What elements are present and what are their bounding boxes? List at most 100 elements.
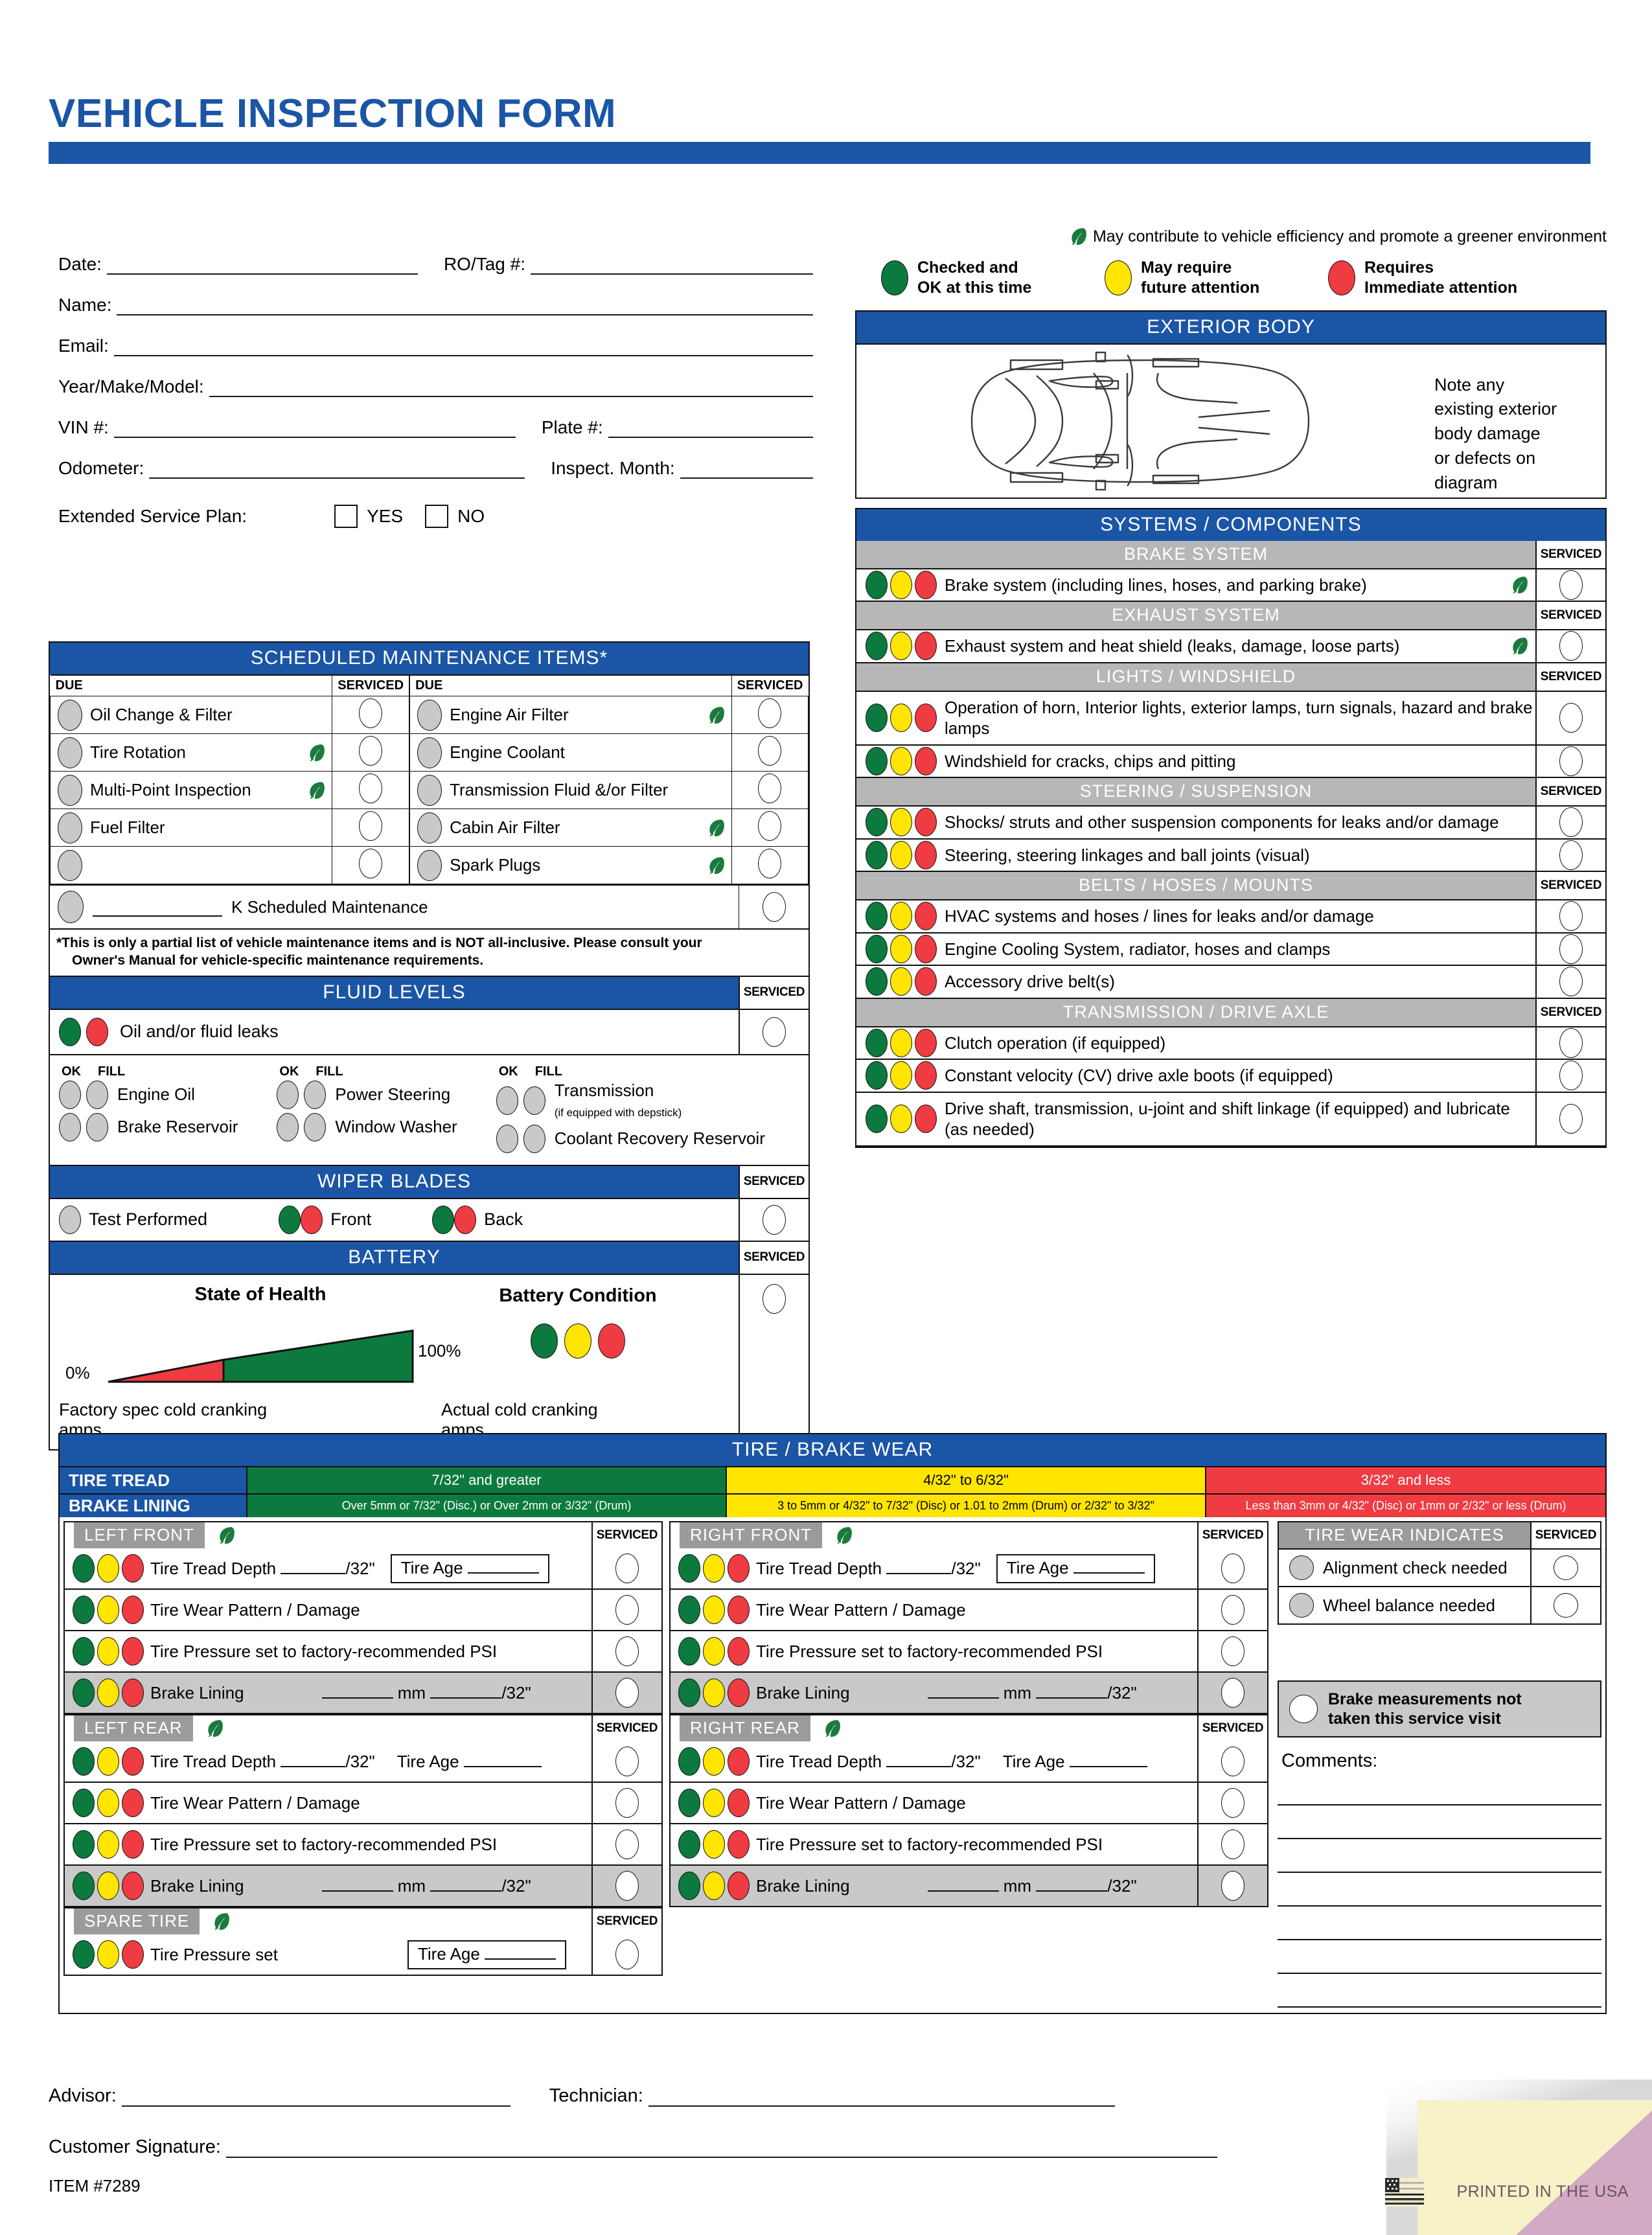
vehicle-diagram[interactable] [856, 345, 1430, 498]
systems-serviced-dot-4-2[interactable] [1559, 967, 1583, 997]
right-rear-pressure-serviced-dot[interactable] [1221, 1829, 1245, 1859]
left-front-press-green-dot[interactable] [73, 1637, 95, 1666]
right-front-lining-yellow-dot[interactable] [703, 1679, 725, 1707]
fluid-ok-dot-2-0[interactable] [496, 1086, 518, 1115]
sys-3-0-red-dot[interactable] [915, 808, 937, 837]
twi-dot-1[interactable] [1289, 1593, 1314, 1618]
sys-2-1-red-dot[interactable] [915, 746, 937, 775]
systems-serviced-dot-4-0[interactable] [1559, 901, 1583, 932]
right-rear-wear-green-dot[interactable] [678, 1789, 700, 1817]
sm-right-due-dot-3[interactable] [417, 812, 442, 843]
right-front-press-green-dot[interactable] [678, 1637, 700, 1666]
sm-left-due-dot-4[interactable] [58, 849, 82, 881]
left-front-tire-age-box[interactable]: Tire Age [390, 1553, 549, 1583]
right-front-wear-serviced-dot[interactable] [1221, 1595, 1245, 1625]
sm-right-due-dot-2[interactable] [417, 774, 442, 806]
fluid-fill-dot-2-1[interactable] [523, 1124, 545, 1153]
right-rear-wear-yellow-dot[interactable] [703, 1789, 725, 1817]
sys-1-0-yellow-dot[interactable] [890, 632, 912, 661]
systems-serviced-dot-2-1[interactable] [1559, 746, 1583, 776]
fluid-ok-dot-0-1[interactable] [59, 1112, 81, 1141]
right-rear-lining-red-dot[interactable] [728, 1872, 750, 1900]
wiper-test-dot[interactable] [59, 1205, 81, 1234]
left-front-lining-red-dot[interactable] [122, 1679, 144, 1707]
sys-0-0-green-dot[interactable] [866, 570, 888, 599]
sys-2-0-yellow-dot[interactable] [890, 704, 912, 732]
systems-serviced-dot-2-0[interactable] [1559, 703, 1583, 733]
leaks-red-dot[interactable] [86, 1017, 108, 1046]
right-front-press-red-dot[interactable] [728, 1637, 750, 1666]
battery-condition-yellow-dot[interactable] [564, 1323, 591, 1358]
left-rear-wear-green-dot[interactable] [73, 1789, 95, 1817]
left-rear-pressure-serviced-dot[interactable] [615, 1829, 639, 1859]
sys-3-1-red-dot[interactable] [915, 840, 937, 869]
sm-left-due-dot-3[interactable] [58, 812, 82, 843]
battery-condition-red-dot[interactable] [598, 1323, 625, 1358]
leaks-serviced-dot[interactable] [763, 1016, 786, 1047]
sys-5-1-green-dot[interactable] [866, 1061, 888, 1090]
left-front-wear-serviced-dot[interactable] [615, 1595, 639, 1625]
right-front-wear-green-dot[interactable] [678, 1596, 700, 1624]
sm-left-serviced-dot-4[interactable] [359, 849, 383, 878]
sys-5-2-red-dot[interactable] [915, 1105, 937, 1133]
right-rear-press-red-dot[interactable] [728, 1830, 750, 1859]
esp-no-checkbox[interactable] [425, 505, 449, 528]
spare-serviced-dot[interactable] [615, 1940, 639, 1969]
sys-5-0-red-dot[interactable] [915, 1028, 937, 1057]
left-rear-tread-green-dot[interactable] [73, 1747, 95, 1776]
systems-serviced-dot-5-2[interactable] [1559, 1104, 1583, 1134]
left-rear-lining-serviced-dot[interactable] [615, 1871, 639, 1901]
odometer-input[interactable] [149, 462, 525, 479]
sys-3-0-yellow-dot[interactable] [890, 808, 912, 837]
right-front-pressure-serviced-dot[interactable] [1221, 1636, 1245, 1666]
fluid-fill-dot-1-0[interactable] [304, 1080, 327, 1109]
inspect-month-input[interactable] [680, 462, 813, 479]
left-rear-lining-red-dot[interactable] [122, 1872, 144, 1900]
k-scheduled-input[interactable] [93, 897, 222, 917]
right-rear-tread-serviced-dot[interactable] [1221, 1747, 1245, 1776]
right-front-lining-serviced-dot[interactable] [1221, 1678, 1245, 1708]
sys-4-2-yellow-dot[interactable] [890, 967, 912, 996]
sm-left-due-dot-1[interactable] [58, 737, 82, 768]
left-front-wear-red-dot[interactable] [122, 1596, 144, 1624]
left-rear-tread-red-dot[interactable] [122, 1747, 144, 1776]
spare-red-dot[interactable] [122, 1940, 144, 1969]
sys-3-1-green-dot[interactable] [866, 840, 888, 869]
sys-2-0-green-dot[interactable] [866, 704, 888, 732]
battery-condition-green-dot[interactable] [531, 1323, 558, 1358]
spare-yellow-dot[interactable] [97, 1940, 119, 1969]
systems-serviced-dot-3-0[interactable] [1559, 807, 1583, 838]
battery-serviced-dot[interactable] [763, 1283, 786, 1314]
right-rear-wear-red-dot[interactable] [728, 1789, 750, 1817]
right-front-tread-green-dot[interactable] [678, 1554, 700, 1583]
comment-line-1[interactable] [1278, 1805, 1601, 1839]
spare-tire-age-box[interactable]: Tire Age [407, 1940, 567, 1969]
sys-3-1-yellow-dot[interactable] [890, 840, 912, 869]
twi-dot-0[interactable] [1289, 1555, 1314, 1580]
right-front-tire-age-box[interactable]: Tire Age [996, 1553, 1155, 1583]
right-rear-lining-yellow-dot[interactable] [703, 1872, 725, 1900]
systems-serviced-dot-5-1[interactable] [1559, 1060, 1583, 1091]
right-front-lining-green-dot[interactable] [678, 1679, 700, 1707]
comment-line-3[interactable] [1278, 1873, 1601, 1907]
date-input[interactable] [106, 258, 418, 275]
sys-2-1-yellow-dot[interactable] [890, 746, 912, 775]
left-front-tread-green-dot[interactable] [73, 1554, 95, 1583]
leaks-green-dot[interactable] [59, 1017, 81, 1046]
technician-input[interactable] [648, 2090, 1115, 2107]
sys-2-1-green-dot[interactable] [866, 746, 888, 775]
wiper-front-red-dot[interactable] [301, 1205, 323, 1234]
sys-5-0-yellow-dot[interactable] [890, 1028, 912, 1057]
k-scheduled-serviced-dot[interactable] [762, 892, 786, 922]
comment-line-5[interactable] [1278, 1940, 1601, 1974]
left-front-tread-serviced-dot[interactable] [615, 1553, 639, 1583]
k-scheduled-due-dot[interactable] [58, 891, 84, 923]
right-front-tread-red-dot[interactable] [728, 1554, 750, 1583]
sm-right-serviced-dot-0[interactable] [758, 698, 782, 728]
left-rear-press-yellow-dot[interactable] [97, 1830, 119, 1859]
left-rear-wear-yellow-dot[interactable] [97, 1789, 119, 1817]
right-rear-lining-green-dot[interactable] [678, 1872, 700, 1900]
sm-right-due-dot-4[interactable] [417, 849, 442, 881]
right-front-press-yellow-dot[interactable] [703, 1637, 725, 1666]
right-rear-tire-age[interactable]: Tire Age [1003, 1752, 1147, 1772]
